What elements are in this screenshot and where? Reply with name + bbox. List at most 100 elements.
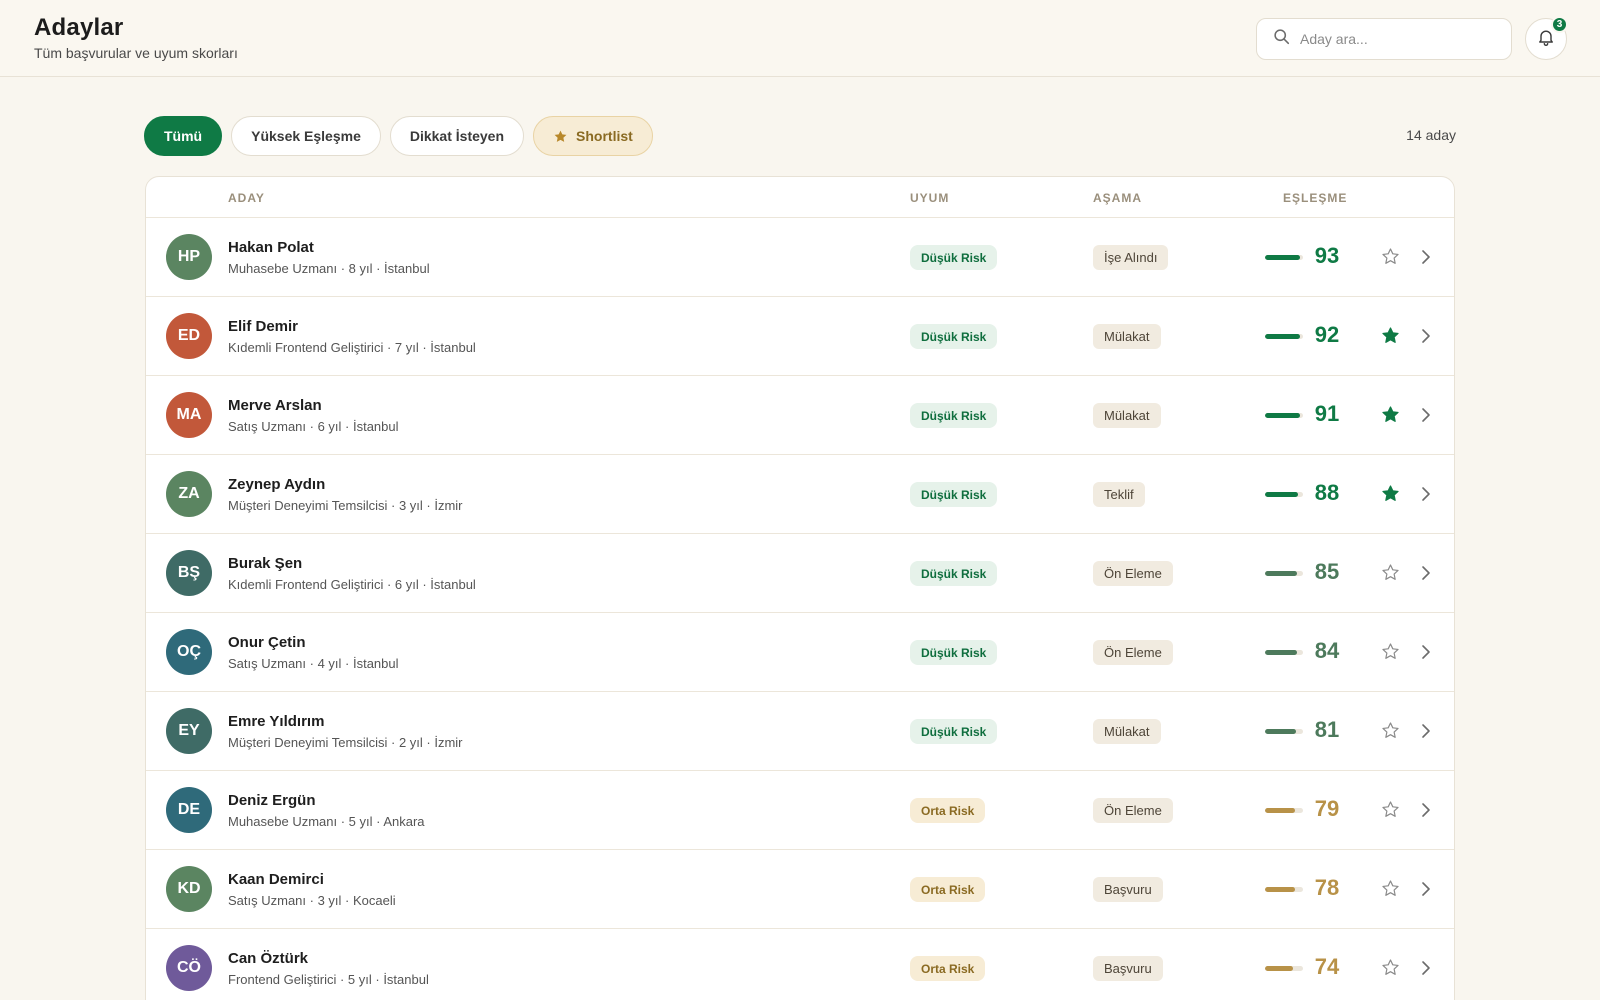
- open-candidate-button[interactable]: [1419, 565, 1433, 581]
- candidates-table: ADAY UYUM AŞAMA EŞLEŞME HP Hakan Polat M…: [145, 176, 1455, 1000]
- avatar-initials: KD: [177, 880, 201, 897]
- page-subtitle: Tüm başvurular ve uyum skorları: [34, 45, 238, 61]
- filter-attention[interactable]: Dikkat İsteyen: [389, 116, 525, 156]
- chevron-right-icon: [1422, 961, 1430, 975]
- candidate-name[interactable]: Zeynep Aydın: [228, 476, 325, 493]
- shortlist-star-button[interactable]: [1381, 326, 1400, 345]
- candidate-name[interactable]: Can Öztürk: [228, 950, 308, 967]
- candidate-meta: Satış Uzmanı · 3 yıl · Kocaeli: [228, 893, 396, 908]
- candidate-name[interactable]: Emre Yıldırım: [228, 713, 324, 730]
- stage-badge: Ön Eleme: [1093, 640, 1173, 665]
- open-candidate-button[interactable]: [1419, 486, 1433, 502]
- match-score: 74: [1314, 954, 1340, 979]
- shortlist-star-button[interactable]: [1381, 800, 1400, 819]
- candidate-name[interactable]: Hakan Polat: [228, 239, 314, 256]
- candidate-name[interactable]: Burak Şen: [228, 555, 302, 572]
- avatar: KD: [166, 866, 212, 912]
- open-candidate-button[interactable]: [1419, 723, 1433, 739]
- stage-badge: Ön Eleme: [1093, 561, 1173, 586]
- candidate-name[interactable]: Kaan Demirci: [228, 871, 324, 888]
- table-row[interactable]: BŞ Burak Şen Kıdemli Frontend Geliştiric…: [146, 534, 1454, 613]
- shortlist-star-button[interactable]: [1381, 642, 1400, 661]
- table-row[interactable]: HP Hakan Polat Muhasebe Uzmanı · 8 yıl ·…: [146, 218, 1454, 297]
- shortlist-star-button[interactable]: [1381, 563, 1400, 582]
- risk-badge: Düşük Risk: [910, 640, 998, 665]
- notifications-button[interactable]: 3: [1525, 16, 1568, 60]
- star-icon: [1382, 248, 1399, 264]
- star-icon: [1382, 485, 1399, 501]
- chevron-right-icon: [1422, 250, 1430, 264]
- match-bar-fill: [1265, 571, 1298, 576]
- stage-badge: Mülakat: [1093, 324, 1161, 349]
- candidate-meta: Müşteri Deneyimi Temsilcisi · 3 yıl · İz…: [228, 498, 463, 513]
- table-row[interactable]: ZA Zeynep Aydın Müşteri Deneyimi Temsilc…: [146, 455, 1454, 534]
- stage-badge: İşe Alındı: [1093, 245, 1169, 270]
- candidate-name[interactable]: Deniz Ergün: [228, 792, 316, 809]
- shortlist-star-button[interactable]: [1381, 879, 1400, 898]
- candidate-meta: Frontend Geliştirici · 5 yıl · İstanbul: [228, 972, 429, 987]
- page-title: Adaylar: [34, 14, 124, 41]
- candidate-meta: Satış Uzmanı · 4 yıl · İstanbul: [228, 656, 399, 671]
- table-row[interactable]: MA Merve Arslan Satış Uzmanı · 6 yıl · İ…: [146, 376, 1454, 455]
- table-row[interactable]: KD Kaan Demirci Satış Uzmanı · 3 yıl · K…: [146, 850, 1454, 929]
- avatar: EY: [166, 708, 212, 754]
- match-score: 79: [1314, 796, 1340, 821]
- candidate-name[interactable]: Onur Çetin: [228, 634, 306, 651]
- table-row[interactable]: EY Emre Yıldırım Müşteri Deneyimi Temsil…: [146, 692, 1454, 771]
- avatar-initials: ZA: [178, 485, 200, 502]
- match-score: 93: [1314, 243, 1340, 268]
- open-candidate-button[interactable]: [1419, 328, 1433, 344]
- match-bar: [1265, 492, 1303, 497]
- star-icon: [1382, 801, 1399, 817]
- candidate-name[interactable]: Elif Demir: [228, 318, 298, 335]
- match-bar: [1265, 887, 1303, 892]
- match-score: 92: [1314, 322, 1340, 347]
- match-bar-fill: [1265, 650, 1297, 655]
- open-candidate-button[interactable]: [1419, 881, 1433, 897]
- avatar: BŞ: [166, 550, 212, 596]
- table-row[interactable]: OÇ Onur Çetin Satış Uzmanı · 4 yıl · İst…: [146, 613, 1454, 692]
- risk-badge: Düşük Risk: [910, 245, 998, 270]
- shortlist-star-button[interactable]: [1381, 958, 1400, 977]
- shortlist-star-button[interactable]: [1381, 721, 1400, 740]
- candidate-meta: Müşteri Deneyimi Temsilcisi · 2 yıl · İz…: [228, 735, 463, 750]
- search-icon: [1273, 28, 1290, 50]
- match-bar: [1265, 729, 1303, 734]
- table-row[interactable]: ED Elif Demir Kıdemli Frontend Geliştiri…: [146, 297, 1454, 376]
- open-candidate-button[interactable]: [1419, 407, 1433, 423]
- candidate-meta: Kıdemli Frontend Geliştirici · 7 yıl · İ…: [228, 340, 476, 355]
- table-row[interactable]: CÖ Can Öztürk Frontend Geliştirici · 5 y…: [146, 929, 1454, 1000]
- stage-badge: Ön Eleme: [1093, 798, 1173, 823]
- search-input[interactable]: [1300, 31, 1500, 47]
- candidate-name[interactable]: Merve Arslan: [228, 397, 322, 414]
- match-bar-fill: [1265, 255, 1301, 260]
- open-candidate-button[interactable]: [1419, 802, 1433, 818]
- avatar-initials: ED: [177, 327, 201, 344]
- shortlist-star-button[interactable]: [1381, 484, 1400, 503]
- open-candidate-button[interactable]: [1419, 644, 1433, 660]
- shortlist-star-button[interactable]: [1381, 405, 1400, 424]
- filter-high-match[interactable]: Yüksek Eşleşme: [231, 116, 381, 156]
- match-score: 78: [1314, 875, 1340, 900]
- chevron-right-icon: [1422, 803, 1430, 817]
- notification-badge: 3: [1551, 16, 1568, 33]
- shortlist-star-button[interactable]: [1381, 247, 1400, 266]
- filter-all[interactable]: Tümü: [144, 116, 223, 156]
- open-candidate-button[interactable]: [1419, 249, 1433, 265]
- candidate-meta: Kıdemli Frontend Geliştirici · 6 yıl · İ…: [228, 577, 476, 592]
- avatar: MA: [166, 392, 212, 438]
- stage-badge: Başvuru: [1093, 877, 1163, 902]
- risk-badge: Orta Risk: [910, 956, 986, 981]
- search-box[interactable]: [1256, 18, 1512, 60]
- match-bar-fill: [1265, 808, 1296, 813]
- table-row[interactable]: DE Deniz Ergün Muhasebe Uzmanı · 5 yıl ·…: [146, 771, 1454, 850]
- filter-shortlist[interactable]: Shortlist: [533, 116, 653, 156]
- star-icon: [1382, 643, 1399, 659]
- match-bar-fill: [1265, 887, 1295, 892]
- match-bar-fill: [1265, 413, 1300, 418]
- risk-badge: Düşük Risk: [910, 482, 998, 507]
- match-score: 85: [1314, 559, 1340, 584]
- open-candidate-button[interactable]: [1419, 960, 1433, 976]
- avatar: DE: [166, 787, 212, 833]
- chevron-right-icon: [1422, 566, 1430, 580]
